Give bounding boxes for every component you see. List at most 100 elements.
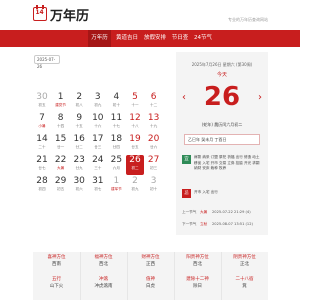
calendar-day[interactable]: 29 初五 xyxy=(52,176,70,196)
calendar-day-today[interactable]: 26 初二 xyxy=(126,155,144,175)
calendar-day[interactable]: 1 建军节 xyxy=(107,176,125,196)
table-cell: 二十八宿箕 xyxy=(221,276,268,290)
calendar-day[interactable]: 14 二十 xyxy=(33,134,51,154)
day-number: 3 xyxy=(94,92,101,102)
yi-badge: 宜 xyxy=(182,155,191,164)
yi-activities: 嫁娶 纳采 订盟 祭祀 祈福 出行 修造 动土 移徙 入宅 开市 交易 立券 挂… xyxy=(194,155,260,170)
day-lunar-label: 十八 xyxy=(131,124,139,128)
table-cell-heading: 二十八宿 xyxy=(235,277,254,282)
day-number: 5 xyxy=(132,92,138,102)
nav-item-festival-lookup[interactable]: 节日查 xyxy=(169,30,191,47)
table-cell: 值神 白虎 xyxy=(127,276,174,290)
calendar-day[interactable]: 27 初三 xyxy=(145,155,163,175)
table-cell-value: 除日 xyxy=(193,284,202,289)
calendar-day[interactable]: 5 十一 xyxy=(126,92,144,112)
calendar-day[interactable]: 31 初七 xyxy=(89,176,107,196)
calendar-day[interactable]: 2 初九 xyxy=(126,176,144,196)
day-number: 10 xyxy=(92,113,104,123)
calendar-day[interactable]: 19 廿五 xyxy=(126,134,144,154)
prev-term-name[interactable]: 大暑 xyxy=(200,210,207,215)
table-cell-heading: 财神方位 xyxy=(141,255,160,260)
next-term-label: 下一节气 xyxy=(182,222,197,226)
calendar-day[interactable]: 16 廿二 xyxy=(70,134,88,154)
detail-ganzhi: 乙巳年 癸未月 丁酉日 xyxy=(184,134,260,145)
table-cell-value: 正西 xyxy=(146,262,155,267)
day-number: 2 xyxy=(132,176,138,186)
day-lunar-label: 初六 xyxy=(75,187,83,191)
day-lunar-label: 初九 xyxy=(94,103,102,107)
calendar-day[interactable]: 25 六月 xyxy=(107,155,125,175)
day-lunar-label: 廿三 xyxy=(94,145,102,149)
calendar-day[interactable]: 2 初八 xyxy=(70,92,88,112)
day-lunar-label: 十二 xyxy=(150,103,158,107)
calendar-day[interactable]: 7 小暑 xyxy=(33,113,51,133)
day-number: 1 xyxy=(113,176,120,186)
nav-item-solar-terms[interactable]: 24节气 xyxy=(192,30,214,47)
day-number: 25 xyxy=(110,155,123,165)
main-nav: 万年历 黄道吉日 放假安排 节日查 24节气 xyxy=(0,30,300,47)
calendar-day[interactable]: 8 十四 xyxy=(52,113,70,133)
calendar-day[interactable]: 18 廿四 xyxy=(107,134,125,154)
calendar-day[interactable]: 30 初六 xyxy=(70,176,88,196)
table-cell: 喜神方位 西南 xyxy=(33,254,80,268)
calendar-day[interactable]: 13 十九 xyxy=(145,113,163,133)
table-cell: 福神方位 西北 xyxy=(80,254,127,268)
ji-activities: 开市 入宅 出行 xyxy=(194,190,218,194)
table-cell-value: 西北 xyxy=(193,262,202,267)
calendar-day[interactable]: 3 初九 xyxy=(89,92,107,112)
calendar-day[interactable]: 21 廿七 xyxy=(33,155,51,175)
nav-item-calendar[interactable]: 万年历 xyxy=(88,30,111,47)
date-selector[interactable]: 2025-07-26 xyxy=(34,55,60,69)
day-number: 4 xyxy=(113,92,120,102)
almanac-table: 喜神方位 西南 福神方位 西北 财神方位 正西 阳贵神方位 西北 阴贵神方位 正北 五行山… xyxy=(33,252,268,300)
day-lunar-label: 十九 xyxy=(150,124,158,128)
day-number: 13 xyxy=(147,113,160,123)
calendar-day[interactable]: 10 十六 xyxy=(89,113,107,133)
table-cell-value: 箕 xyxy=(242,284,247,289)
table-cell-value: 冲虎煞南 xyxy=(94,284,113,289)
table-cell-value: 正北 xyxy=(240,262,249,267)
calendar-day[interactable]: 6 十二 xyxy=(145,92,163,112)
site-header: 14 万年历 专业的万年历查询网站 xyxy=(0,0,300,30)
calendar-day[interactable]: 22 大暑 xyxy=(52,155,70,175)
calendar-panel: 2025-07-26 30 初五 1 建党节 2 初八 3 初九 4 初十 5 十一 6 十二 7 小暑 8 十四… xyxy=(33,52,163,200)
day-number: 30 xyxy=(73,176,85,186)
day-number: 29 xyxy=(54,176,67,186)
day-number: 17 xyxy=(92,134,104,144)
calendar-day[interactable]: 3 初十 xyxy=(145,176,163,196)
day-lunar-label: 廿一 xyxy=(57,145,65,149)
detail-date-heading: 2025年7月26日 星期六 (第30周) xyxy=(191,62,253,67)
table-cell-heading: 建除十二神 xyxy=(186,277,209,282)
table-cell-value: 山下火 xyxy=(49,284,64,289)
day-lunar-label: 十七 xyxy=(112,124,120,128)
site-logo-text[interactable]: 万年历 xyxy=(50,5,89,24)
table-cell: 阴贵神方位 正北 xyxy=(221,254,268,268)
day-lunar-label: 初八 xyxy=(75,103,83,107)
day-number: 14 xyxy=(36,134,48,144)
calendar-day[interactable]: 12 十八 xyxy=(126,113,144,133)
nav-item-holiday-schedule[interactable]: 放假安排 xyxy=(142,30,168,47)
day-lunar-label: 初十 xyxy=(150,187,158,191)
nav-item-lucky-days[interactable]: 黄道吉日 xyxy=(114,30,140,47)
day-lunar-label: 廿五 xyxy=(131,145,139,149)
calendar-day[interactable]: 4 初十 xyxy=(107,92,125,112)
table-cell-heading: 阳贵神方位 xyxy=(186,255,209,260)
next-day-arrow-icon[interactable]: › xyxy=(256,92,264,104)
prev-term-time: 2025-07-22 21:29 (4) xyxy=(212,210,251,214)
calendar-day[interactable]: 15 廿一 xyxy=(52,134,70,154)
calendar-day[interactable]: 1 建党节 xyxy=(52,92,70,112)
day-lunar-label: 建军节 xyxy=(111,187,122,191)
calendar-day[interactable]: 24 三十 xyxy=(89,155,107,175)
table-cell-heading: 福神方位 xyxy=(94,255,113,260)
next-term-name[interactable]: 立秋 xyxy=(200,222,207,227)
calendar-day[interactable]: 17 廿三 xyxy=(89,134,107,154)
calendar-day[interactable]: 11 十七 xyxy=(107,113,125,133)
calendar-day[interactable]: 23 廿九 xyxy=(70,155,88,175)
calendar-day[interactable]: 28 初四 xyxy=(33,176,51,196)
day-number: 8 xyxy=(57,113,64,123)
day-lunar-label: 十六 xyxy=(94,124,102,128)
calendar-day[interactable]: 30 初五 xyxy=(33,92,51,112)
calendar-day[interactable]: 9 十五 xyxy=(70,113,88,133)
calendar-logo-icon[interactable]: 14 xyxy=(33,5,47,21)
calendar-day[interactable]: 20 廿六 xyxy=(145,134,163,154)
